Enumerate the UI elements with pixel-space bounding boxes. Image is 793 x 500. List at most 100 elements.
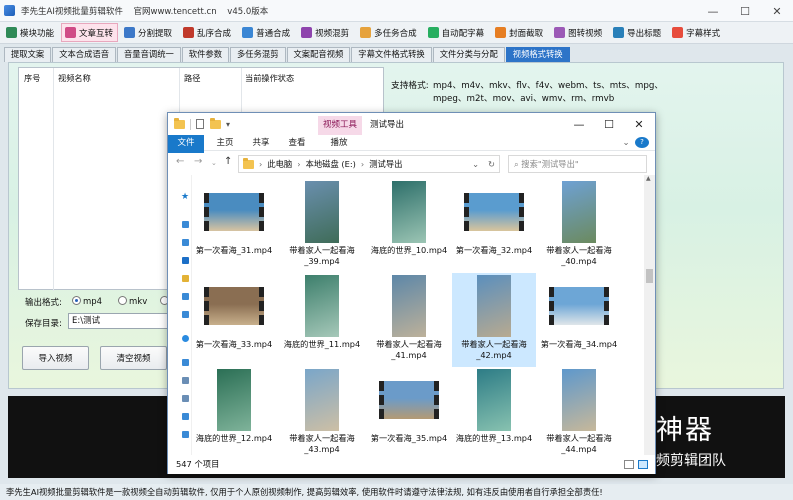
toolbar-button[interactable]: 封面截取 (491, 23, 548, 42)
context-tab-video-tools[interactable]: 视频工具 (318, 116, 362, 135)
address-dropdown-icon[interactable]: ⌄ (472, 159, 479, 169)
details-view-icon[interactable] (624, 460, 634, 469)
quick-access-star-icon[interactable]: ★ (181, 193, 189, 202)
back-icon[interactable]: ← (176, 156, 184, 167)
toolbar-button[interactable]: 分割提取 (120, 23, 177, 42)
nav-item-icon[interactable] (182, 293, 189, 300)
explorer-minimize-icon[interactable]: — (564, 113, 594, 135)
column-header-name[interactable]: 视频名称 (58, 72, 91, 84)
toolbar-button[interactable]: 文章互转 (61, 23, 119, 42)
video-file-item[interactable]: 第一次看海_32.mp4 (452, 179, 536, 273)
file-grid[interactable]: 第一次看海_31.mp4 带着家人一起看海_39.mp4 海底的世界_10.mp4 第… (192, 175, 644, 455)
address-bar[interactable]: › 此电脑 › 本地磁盘 (E:) › 测试导出 ⌄ ↻ (238, 155, 500, 173)
nav-item-icon[interactable] (182, 377, 189, 384)
module-icon (6, 27, 17, 38)
video-file-item[interactable]: 带着家人一起看海_43.mp4 (280, 367, 364, 455)
radio-selected-icon[interactable] (72, 296, 81, 305)
function-tab[interactable]: 音量音调统一 (117, 47, 181, 62)
video-file-item[interactable]: 带着家人一起看海_39.mp4 (280, 179, 364, 273)
navigation-pane[interactable]: ★ (168, 175, 192, 455)
ribbon-tab-share[interactable]: 共享 (248, 135, 274, 151)
toolbar-button[interactable]: 图转视频 (550, 23, 607, 42)
large-icons-view-icon[interactable] (638, 460, 648, 469)
search-input[interactable]: ⌕ 搜索"测试导出" (508, 155, 647, 173)
function-tab[interactable]: 提取文案 (4, 47, 52, 62)
video-file-item[interactable]: 第一次看海_35.mp4 (367, 367, 451, 455)
toolbar-button[interactable]: 导出标题 (609, 23, 666, 42)
toolbar-button[interactable]: 普通合成 (238, 23, 295, 42)
nav-item-icon[interactable] (182, 275, 189, 282)
onedrive-icon[interactable] (182, 335, 189, 342)
output-option-mp4[interactable]: mp4 (72, 296, 102, 307)
explorer-close-icon[interactable]: ✕ (624, 113, 654, 135)
customize-qa-icon[interactable]: ▾ (226, 120, 230, 129)
nav-item-icon[interactable] (182, 431, 189, 438)
video-file-item[interactable]: 海底的世界_10.mp4 (367, 179, 451, 273)
file-name: 带着家人一起看海_40.mp4 (546, 245, 612, 266)
function-tab[interactable]: 多任务混剪 (230, 47, 286, 62)
breadcrumb-item[interactable]: 测试导出 (369, 158, 402, 170)
import-video-button[interactable]: 导入视频 (22, 346, 89, 370)
toolbar-button[interactable]: 字幕样式 (668, 23, 725, 42)
ribbon-tab-home[interactable]: 主页 (212, 135, 238, 151)
recent-locations-icon[interactable]: ⌄ (211, 159, 217, 167)
toolbar-button[interactable]: 乱序合成 (179, 23, 236, 42)
explorer-maximize-icon[interactable]: ☐ (594, 113, 624, 135)
video-file-item[interactable]: 海底的世界_12.mp4 (192, 367, 276, 455)
help-icon[interactable]: ? (635, 137, 649, 148)
toolbar-button[interactable]: 自动配字幕 (424, 23, 490, 42)
nav-item-icon[interactable] (182, 221, 189, 228)
function-tab[interactable]: 字幕文件格式转换 (351, 47, 432, 62)
column-header-path[interactable]: 路径 (184, 72, 200, 84)
nav-item-icon[interactable] (182, 257, 189, 264)
column-header-index[interactable]: 序号 (24, 72, 40, 84)
video-file-item[interactable]: 带着家人一起看海_42.mp4 (452, 273, 536, 367)
toolbar-button[interactable]: 多任务合成 (356, 23, 422, 42)
breadcrumb-item[interactable]: 本地磁盘 (E:) (306, 158, 356, 170)
function-tab[interactable]: 文件分类与分配 (432, 47, 505, 62)
properties-icon[interactable] (196, 119, 204, 129)
function-tab[interactable]: 文案配音视频 (286, 47, 351, 62)
nav-item-icon[interactable] (182, 239, 189, 246)
toolbar-button[interactable]: 模块功能 (2, 23, 59, 42)
scroll-up-icon[interactable]: ▲ (646, 175, 651, 182)
nav-item-icon[interactable] (182, 413, 189, 420)
video-file-item[interactable]: 海底的世界_11.mp4 (280, 273, 364, 367)
video-file-item[interactable]: 第一次看海_31.mp4 (192, 179, 276, 273)
ribbon-tab-play[interactable]: 播放 (326, 135, 352, 151)
breadcrumb-separator-icon: › (259, 159, 263, 169)
nav-item-icon[interactable] (182, 311, 189, 318)
ribbon-tab-view[interactable]: 查看 (284, 135, 310, 151)
breadcrumb-item[interactable]: 此电脑 (267, 158, 292, 170)
this-pc-icon[interactable] (182, 359, 189, 366)
function-tab[interactable]: 软件参数 (181, 47, 229, 62)
column-header-status[interactable]: 当前操作状态 (245, 72, 294, 84)
video-file-item[interactable]: 带着家人一起看海_40.mp4 (537, 179, 621, 273)
video-file-item[interactable]: 第一次看海_34.mp4 (537, 273, 621, 367)
minimize-icon[interactable]: — (697, 0, 729, 22)
output-format-label: 输出格式: (25, 298, 62, 308)
scrollbar-thumb[interactable] (646, 269, 653, 283)
vertical-scrollbar[interactable]: ▲ (644, 175, 655, 455)
toolbar-button[interactable]: 视频混剪 (297, 23, 354, 42)
video-file-item[interactable]: 第一次看海_33.mp4 (192, 273, 276, 367)
radio-unselected-icon[interactable] (118, 296, 127, 305)
video-file-item[interactable]: 带着家人一起看海_44.mp4 (537, 367, 621, 455)
ribbon-collapse-icon[interactable]: ⌄ (620, 135, 632, 151)
file-name: 带着家人一起看海_39.mp4 (289, 245, 355, 266)
output-option-mkv[interactable]: mkv (118, 296, 147, 307)
save-dir-input[interactable]: E:\测试 (68, 313, 168, 329)
clear-video-button[interactable]: 清空视频 (100, 346, 167, 370)
file-name: 第一次看海_32.mp4 (455, 245, 533, 255)
maximize-icon[interactable]: ☐ (729, 0, 761, 22)
function-tab[interactable]: 视频格式转换 (505, 47, 570, 62)
new-folder-icon[interactable] (210, 117, 221, 129)
refresh-icon[interactable]: ↻ (488, 159, 495, 169)
video-file-item[interactable]: 海底的世界_13.mp4 (452, 367, 536, 455)
close-icon[interactable]: ✕ (761, 0, 793, 22)
video-file-item[interactable]: 带着家人一起看海_41.mp4 (367, 273, 451, 367)
forward-icon[interactable]: → (194, 156, 202, 167)
nav-item-icon[interactable] (182, 395, 189, 402)
function-tab[interactable]: 文本合成语音 (52, 47, 116, 62)
up-icon[interactable]: ↑ (224, 156, 232, 167)
